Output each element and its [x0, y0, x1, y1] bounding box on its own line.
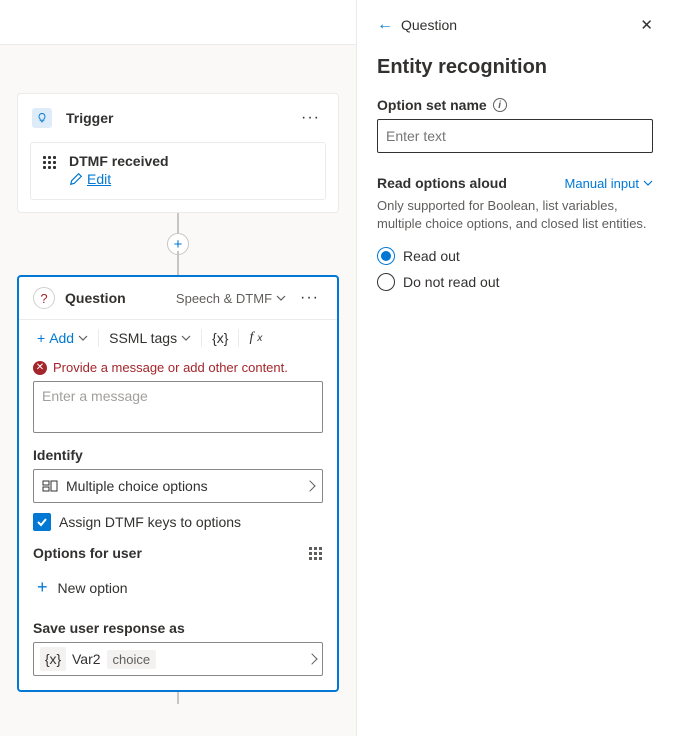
question-title: Question: [65, 290, 166, 306]
identify-label: Identify: [19, 447, 337, 463]
chevron-right-icon: [304, 480, 315, 491]
pencil-icon: [69, 172, 83, 186]
error-text: Provide a message or add other content.: [53, 360, 288, 375]
save-variable-type: choice: [107, 650, 157, 669]
trigger-event-title: DTMF received: [69, 153, 169, 169]
plus-icon: +: [37, 577, 48, 598]
panel-header: ← Question ✕: [377, 10, 653, 40]
identify-value: Multiple choice options: [66, 478, 298, 494]
trigger-header: Trigger ···: [18, 94, 338, 142]
option-set-input[interactable]: [377, 119, 653, 153]
save-variable-picker[interactable]: {x} Var2 choice: [33, 642, 323, 676]
radio-read-out[interactable]: Read out: [377, 243, 653, 269]
properties-panel: ← Question ✕ Entity recognition Option s…: [356, 0, 673, 736]
separator: [98, 329, 99, 347]
save-variable-name: Var2: [72, 651, 101, 667]
canvas-topbar: [0, 0, 356, 45]
reorder-icon[interactable]: [309, 547, 323, 560]
identify-picker[interactable]: Multiple choice options: [33, 469, 323, 503]
separator: [238, 329, 239, 347]
message-input[interactable]: Enter a message: [33, 381, 323, 433]
panel-close-button[interactable]: ✕: [640, 16, 653, 34]
chevron-down-icon: [181, 333, 191, 343]
ssml-tags-button[interactable]: SSML tags: [105, 328, 195, 348]
radio-do-not-read[interactable]: Do not read out: [377, 269, 653, 295]
question-node[interactable]: ? Question Speech & DTMF ··· + Add SSML …: [17, 275, 339, 692]
question-mode-label: Speech & DTMF: [176, 291, 272, 306]
question-mode-dropdown[interactable]: Speech & DTMF: [176, 291, 286, 306]
separator: [201, 329, 202, 347]
trigger-more-icon[interactable]: ···: [297, 109, 324, 127]
options-icon: [42, 478, 58, 494]
read-mode-dropdown[interactable]: Manual input: [565, 176, 653, 191]
lightbulb-icon: [32, 108, 52, 128]
arrow-left-icon: ←: [377, 16, 393, 34]
add-button[interactable]: + Add: [33, 328, 92, 348]
read-aloud-heading: Read options aloud: [377, 175, 507, 191]
trigger-title: Trigger: [66, 110, 297, 126]
chevron-down-icon: [643, 178, 653, 188]
trigger-edit-label: Edit: [87, 171, 111, 187]
chevron-down-icon: [78, 333, 88, 343]
connector-line: [177, 692, 179, 704]
authoring-canvas: Trigger ··· DTMF received Edit + ? Quest…: [0, 0, 356, 736]
radio-noread-label: Do not read out: [403, 274, 500, 290]
save-response-label: Save user response as: [19, 620, 337, 636]
panel-back-button[interactable]: ← Question: [377, 16, 457, 34]
question-more-icon[interactable]: ···: [296, 289, 323, 307]
error-icon: ✕: [33, 361, 47, 375]
assign-dtmf-label: Assign DTMF keys to options: [59, 514, 241, 530]
radio-selected-icon[interactable]: [377, 247, 395, 265]
new-option-button[interactable]: + New option: [19, 571, 337, 620]
question-mark-icon: ?: [33, 287, 55, 309]
read-aloud-header: Read options aloud Manual input: [377, 175, 653, 191]
trigger-event-text: DTMF received Edit: [69, 153, 169, 189]
read-aloud-hint: Only supported for Boolean, list variabl…: [377, 197, 653, 233]
assign-dtmf-row[interactable]: Assign DTMF keys to options: [19, 513, 337, 545]
insert-variable-button[interactable]: {x}: [208, 328, 232, 348]
option-set-label: Option set name i: [377, 97, 653, 113]
connector-line: [177, 251, 179, 275]
variable-icon: {x}: [40, 647, 66, 671]
message-toolbar: + Add SSML tags {x} fx: [19, 319, 337, 356]
options-heading: Options for user: [33, 545, 142, 561]
chevron-down-icon: [276, 293, 286, 303]
check-icon: [36, 516, 48, 528]
trigger-node[interactable]: Trigger ··· DTMF received Edit: [17, 93, 339, 213]
drag-handle-icon[interactable]: [43, 156, 57, 169]
formula-button[interactable]: fx: [245, 328, 266, 348]
options-header: Options for user: [19, 545, 337, 571]
chevron-right-icon: [306, 653, 317, 664]
trigger-edit-link[interactable]: Edit: [69, 171, 111, 187]
panel-title: Entity recognition: [377, 56, 653, 79]
question-header: ? Question Speech & DTMF ···: [19, 277, 337, 319]
radio-unselected-icon[interactable]: [377, 273, 395, 291]
info-icon[interactable]: i: [493, 98, 507, 112]
assign-dtmf-checkbox[interactable]: [33, 513, 51, 531]
radio-read-label: Read out: [403, 248, 460, 264]
panel-crumb: Question: [401, 17, 457, 33]
validation-error: ✕ Provide a message or add other content…: [19, 356, 337, 381]
new-option-label: New option: [58, 580, 128, 596]
trigger-event-row[interactable]: DTMF received Edit: [30, 142, 326, 200]
